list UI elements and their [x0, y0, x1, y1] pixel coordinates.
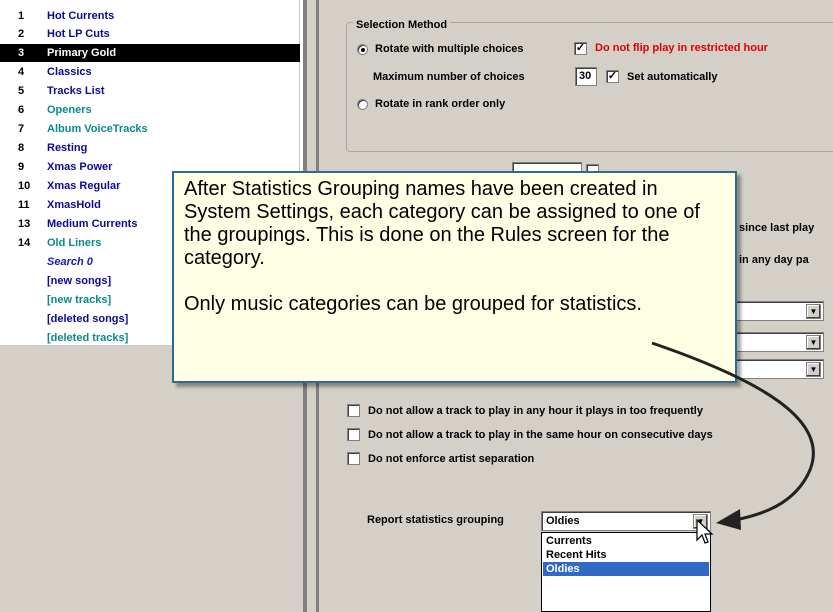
mouse-pointer-icon	[696, 519, 714, 544]
arrow-head-icon	[716, 509, 741, 530]
